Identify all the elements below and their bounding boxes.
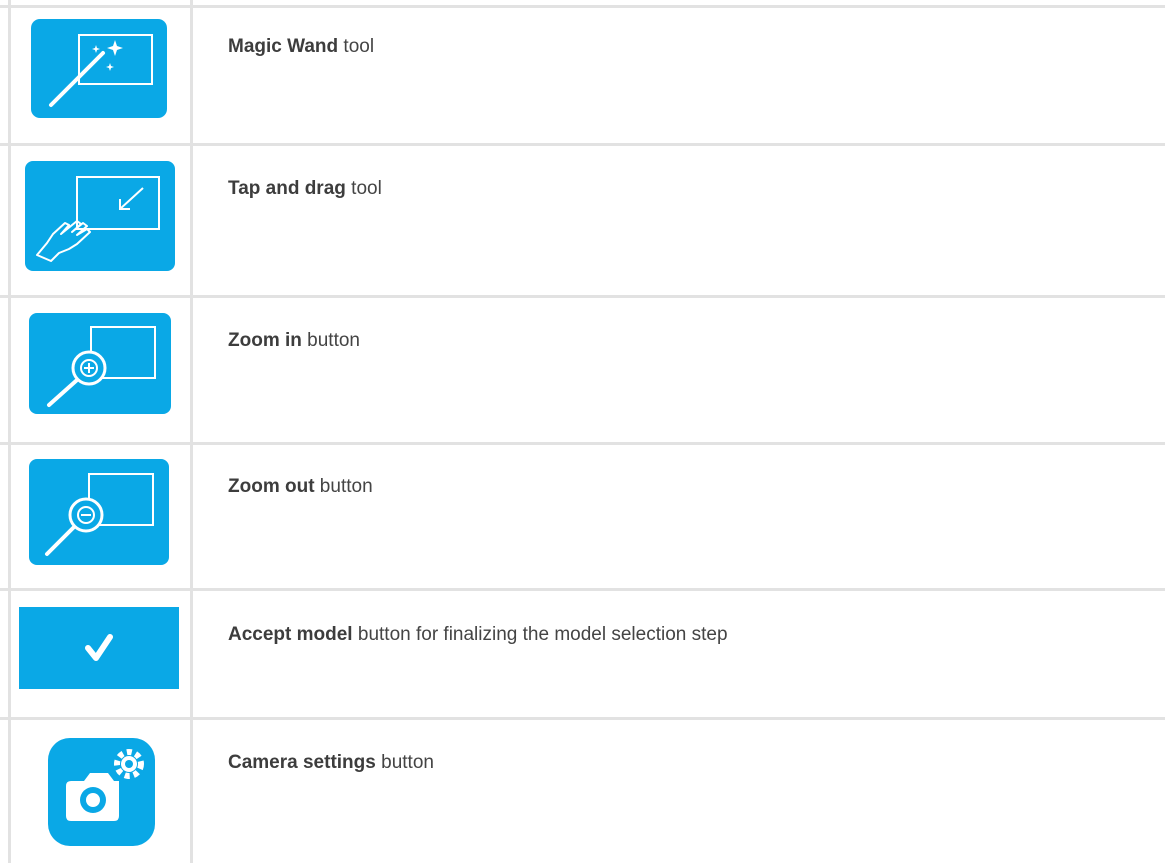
- icon-reference-table: Magic Wand tool Tap and drag tool Zoom i…: [0, 0, 1165, 863]
- row-divider: [0, 588, 1165, 591]
- item-name: Camera settings: [228, 752, 376, 773]
- camera-settings-icon: [48, 738, 155, 846]
- item-description-text: button: [314, 476, 373, 497]
- item-description-text: tool: [345, 178, 382, 199]
- zoom-out-icon: [29, 459, 169, 565]
- tap-and-drag-description: Tap and drag tool: [228, 177, 382, 201]
- item-description-text: button: [375, 752, 434, 773]
- item-description-text: button: [301, 330, 360, 351]
- table-border-top: [0, 5, 1165, 8]
- item-name: Accept model: [228, 624, 353, 645]
- item-name: Zoom out: [228, 476, 315, 497]
- table-column-divider: [190, 0, 193, 863]
- magic-wand-description: Magic Wand tool: [228, 35, 374, 59]
- table-border-left: [8, 0, 11, 863]
- checkmark-icon: [19, 607, 179, 689]
- item-name: Magic Wand: [228, 36, 339, 57]
- tap-and-drag-icon: [25, 161, 175, 271]
- camera-settings-description: Camera settings button: [228, 751, 434, 775]
- item-name: Tap and drag: [228, 178, 346, 199]
- zoom-in-icon: [29, 313, 171, 414]
- row-divider: [0, 717, 1165, 720]
- zoom-in-description: Zoom in button: [228, 329, 360, 353]
- item-description-text: button for finalizing the model selectio…: [352, 624, 728, 645]
- row-divider: [0, 295, 1165, 298]
- accept-model-description: Accept model button for finalizing the m…: [228, 623, 728, 647]
- item-description-text: tool: [338, 36, 375, 57]
- row-divider: [0, 143, 1165, 146]
- row-divider: [0, 442, 1165, 445]
- zoom-out-description: Zoom out button: [228, 475, 373, 499]
- item-name: Zoom in: [228, 330, 302, 351]
- magic-wand-icon: [31, 19, 167, 118]
